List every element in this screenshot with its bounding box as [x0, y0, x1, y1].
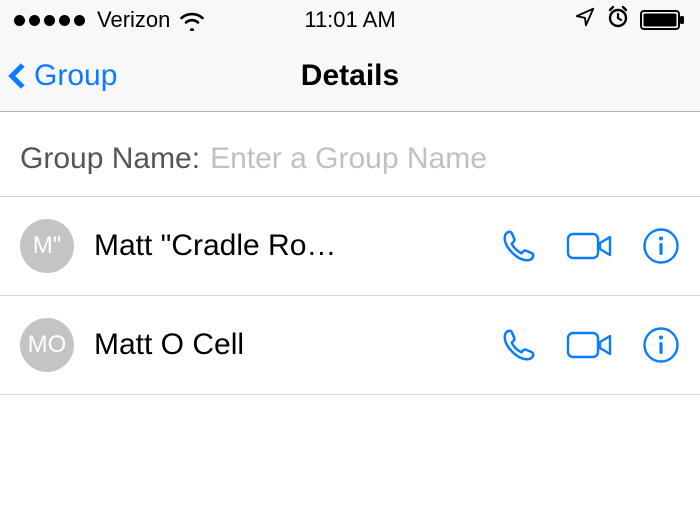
video-call-button[interactable]	[566, 230, 614, 262]
location-icon	[574, 6, 596, 34]
chevron-left-icon	[8, 63, 33, 88]
contact-actions	[500, 227, 680, 265]
group-name-row[interactable]: Group Name:	[0, 122, 700, 197]
status-time: 11:01 AM	[304, 7, 395, 33]
contact-actions	[500, 326, 680, 364]
video-call-button[interactable]	[566, 329, 614, 361]
status-right	[574, 5, 686, 35]
info-icon	[642, 227, 680, 265]
info-button[interactable]	[642, 227, 680, 265]
contact-row[interactable]: M" Matt "Cradle Ro…	[0, 197, 700, 296]
info-button[interactable]	[642, 326, 680, 364]
status-left: Verizon	[14, 7, 206, 33]
alarm-icon	[606, 5, 630, 35]
group-name-input[interactable]	[210, 142, 680, 176]
group-name-label: Group Name:	[20, 142, 200, 176]
contact-row[interactable]: MO Matt O Cell	[0, 296, 700, 395]
back-label: Group	[34, 59, 117, 93]
carrier-label: Verizon	[97, 7, 170, 33]
avatar: MO	[20, 318, 74, 372]
avatar: M"	[20, 219, 74, 273]
contact-name: Matt O Cell	[94, 328, 500, 362]
contact-name: Matt "Cradle Ro…	[94, 229, 500, 263]
call-button[interactable]	[500, 326, 538, 364]
nav-bar: Group Details	[0, 40, 700, 112]
status-bar: Verizon 11:01 AM	[0, 0, 700, 40]
back-button[interactable]: Group	[0, 59, 117, 93]
video-icon	[566, 230, 614, 262]
phone-icon	[500, 326, 538, 364]
signal-strength-icon	[14, 15, 85, 26]
video-icon	[566, 329, 614, 361]
battery-icon	[640, 10, 686, 30]
call-button[interactable]	[500, 227, 538, 265]
phone-icon	[500, 227, 538, 265]
info-icon	[642, 326, 680, 364]
page-title: Details	[301, 59, 399, 93]
wifi-icon	[178, 9, 206, 31]
